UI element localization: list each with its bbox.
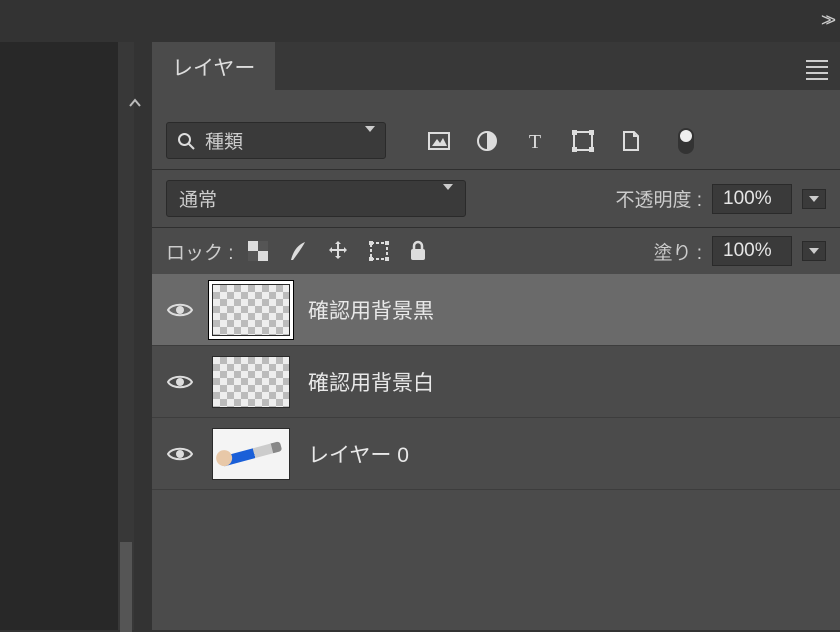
layer-row[interactable]: 確認用背景白 <box>152 346 840 418</box>
lock-transparent-icon[interactable] <box>248 241 268 261</box>
fill-input[interactable]: 100% <box>712 236 792 266</box>
blend-mode-dropdown[interactable]: 通常 <box>166 180 466 217</box>
adjustment-filter-icon[interactable] <box>476 130 498 152</box>
expand-panel-button[interactable]: >> <box>821 10 830 31</box>
visibility-toggle[interactable] <box>166 445 194 463</box>
opacity-label: 不透明度 : <box>615 185 702 212</box>
svg-text:T: T <box>529 131 541 152</box>
layer-row[interactable]: レイヤー 0 <box>152 418 840 490</box>
panel-collapse-arrow[interactable] <box>128 98 148 108</box>
lock-label: ロック : <box>166 238 234 265</box>
filter-label: 種類 <box>205 127 243 154</box>
layer-row[interactable]: 確認用背景黒 <box>152 274 840 346</box>
tab-layers[interactable]: レイヤー <box>152 42 275 90</box>
visibility-toggle[interactable] <box>166 373 194 391</box>
scrollbar-thumb[interactable] <box>120 542 132 632</box>
lock-image-icon[interactable] <box>286 240 308 262</box>
layer-thumbnail[interactable] <box>212 356 290 408</box>
panel-menu-button[interactable] <box>806 56 828 84</box>
artboard-toggle-icon[interactable] <box>676 127 696 155</box>
tab-label: レイヤー <box>172 52 255 82</box>
layer-filter-dropdown[interactable]: 種類 <box>166 122 386 159</box>
chevron-down-icon <box>443 190 453 207</box>
layer-thumbnail[interactable] <box>212 284 290 336</box>
left-gutter <box>0 42 120 630</box>
lock-position-icon[interactable] <box>326 239 350 263</box>
image-filter-icon[interactable] <box>428 130 450 152</box>
opacity-input[interactable]: 100% <box>712 184 792 214</box>
filter-row: 種類 T <box>152 112 840 169</box>
layer-name: レイヤー 0 <box>308 439 409 469</box>
layers-list: 確認用背景黒 確認用背景白 レイヤー 0 <box>152 274 840 490</box>
opacity-dropdown[interactable] <box>802 189 826 209</box>
lock-all-icon[interactable] <box>408 240 428 262</box>
layer-name: 確認用背景黒 <box>308 295 434 325</box>
lock-row: ロック : 塗り : 100% <box>152 228 840 274</box>
chevron-down-icon <box>365 132 375 149</box>
fill-label: 塗り : <box>653 238 702 265</box>
blend-row: 通常 不透明度 : 100% <box>152 170 840 227</box>
scrollbar-track[interactable] <box>118 42 134 630</box>
filter-type-icons: T <box>428 127 696 155</box>
search-icon <box>177 132 195 150</box>
layer-thumbnail[interactable] <box>212 428 290 480</box>
layer-name: 確認用背景白 <box>308 367 434 397</box>
smart-object-filter-icon[interactable] <box>620 130 642 152</box>
lock-artboard-icon[interactable] <box>368 240 390 262</box>
layers-panel: レイヤー 種類 T <box>152 42 840 630</box>
fill-dropdown[interactable] <box>802 241 826 261</box>
type-filter-icon[interactable]: T <box>524 130 546 152</box>
panel-tab-bar: レイヤー <box>152 42 840 90</box>
visibility-toggle[interactable] <box>166 301 194 319</box>
shape-filter-icon[interactable] <box>572 130 594 152</box>
blend-mode-value: 通常 <box>179 185 217 212</box>
